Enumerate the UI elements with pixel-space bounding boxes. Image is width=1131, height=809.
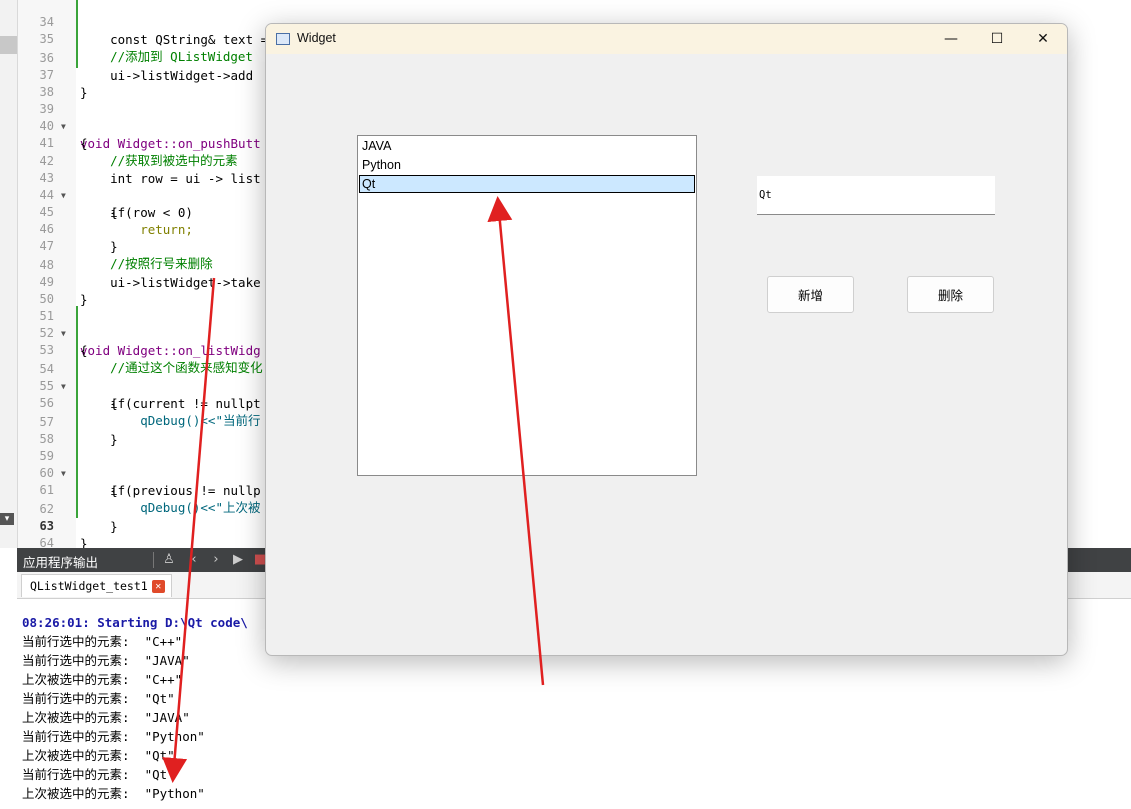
next-icon[interactable]: › [207,551,225,569]
window-title: Widget [297,31,336,45]
window-title-bar[interactable]: Widget — ☐ ✕ [266,24,1067,54]
minimize-button[interactable]: — [928,24,974,54]
header-divider [153,552,154,568]
log-line: 当前行选中的元素: "Python" [22,729,205,744]
widget-window: Widget — ☐ ✕ JAVA Python Qt Qt 新增 删除 [265,23,1068,656]
output-tab[interactable]: QListWidget_test1 ✕ [21,574,172,597]
close-button[interactable]: ✕ [1020,24,1066,54]
log-line: 上次被选中的元素: "Qt" [22,748,175,763]
output-pane-title: 应用程序输出 [23,555,99,570]
previous-icon[interactable]: ‹ [185,551,203,569]
log-line: 上次被选中的元素: "JAVA" [22,710,190,725]
delete-button[interactable]: 删除 [907,276,994,313]
code-line: 34 const QString& text = ui->lineEdit->t… [0,0,1131,47]
line-edit-input[interactable]: Qt [757,176,995,215]
log-line: 当前行选中的元素: "Qt" [22,691,175,706]
app-window-icon [276,33,290,45]
list-item-java[interactable]: JAVA [359,137,695,155]
log-line: 上次被选中的元素: "Python" [22,786,205,801]
run-icon[interactable]: ▶ [229,551,247,569]
log-line: 上次被选中的元素: "C++" [22,672,183,687]
line-edit-value: Qt [759,189,772,201]
log-line: 当前行选中的元素: "Qt" [22,767,175,782]
list-widget[interactable]: JAVA Python Qt [357,135,697,476]
list-item-qt-selected[interactable]: Qt [359,175,695,193]
clean-icon[interactable]: ♙ [160,551,178,569]
maximize-button[interactable]: ☐ [974,24,1020,54]
add-button[interactable]: 新增 [767,276,854,313]
output-tab-label: QListWidget_test1 [30,579,148,593]
list-item-python[interactable]: Python [359,156,695,174]
close-icon[interactable]: ✕ [151,580,165,593]
